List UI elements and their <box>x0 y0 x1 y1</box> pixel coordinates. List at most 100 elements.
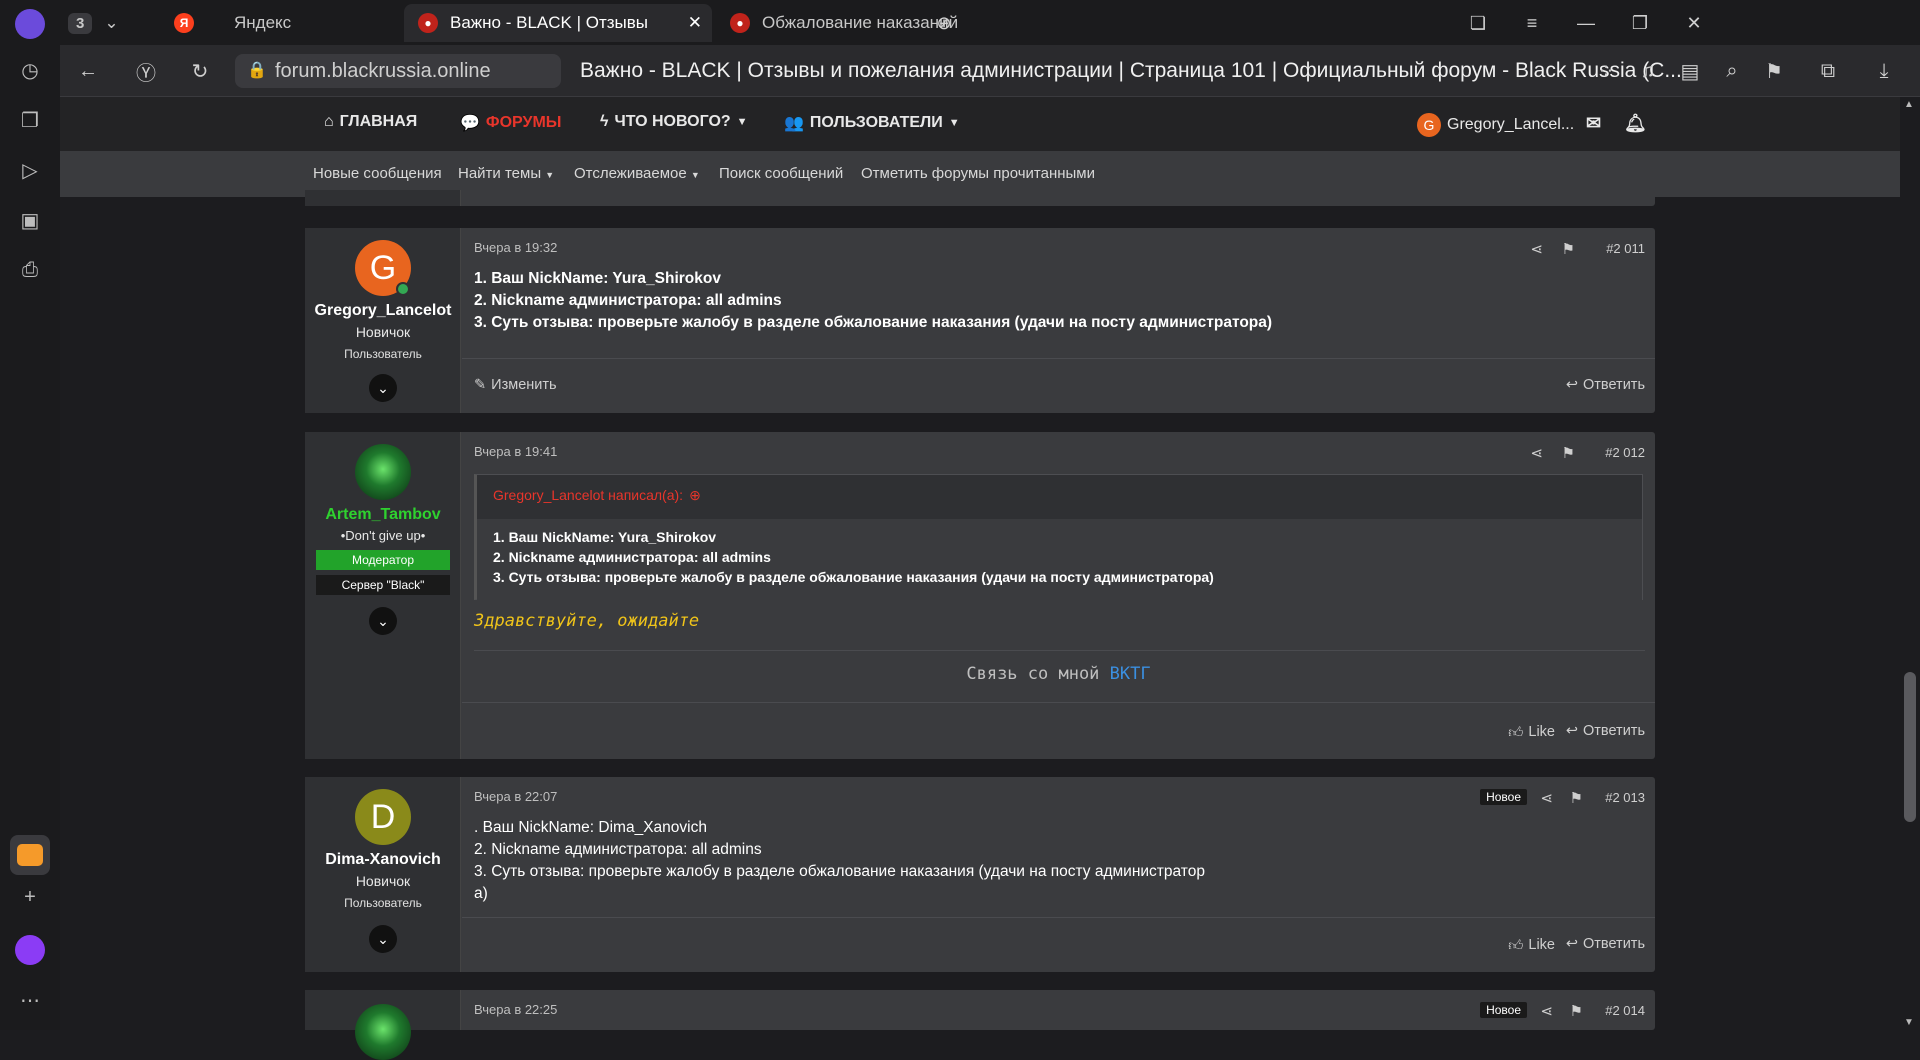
quote-author[interactable]: Gregory_Lancelot написал(а): ⊕ <box>493 487 701 504</box>
avatar[interactable] <box>355 444 411 500</box>
signature: Связь со мной ВКТГ <box>462 664 1655 684</box>
post-number[interactable]: #2 013 <box>1605 790 1645 805</box>
nav-whats-new-label: ЧТО НОВОГО? <box>614 113 731 130</box>
reply-button[interactable]: ↩ Ответить <box>1566 377 1645 393</box>
post-date[interactable]: Вчера в 22:07 <box>474 789 557 804</box>
reader-icon[interactable]: ▤ <box>1674 55 1706 87</box>
envelope-icon[interactable]: ✉ <box>1586 113 1601 134</box>
user-title: Новичок <box>355 873 411 889</box>
share-icon[interactable]: ⋖ <box>1530 240 1543 258</box>
blackrussia-favicon-icon: ● <box>730 13 750 33</box>
bookmark-icon[interactable]: ⚑ <box>1562 444 1575 462</box>
profile-icon[interactable] <box>10 4 50 44</box>
post-number[interactable]: #2 014 <box>1605 1003 1645 1018</box>
like-label: Like <box>1528 724 1555 740</box>
quote-content: 1. Ваш NickName: Yura_Shirokov 2. Nickna… <box>477 519 1642 601</box>
restore-icon[interactable]: ❐ <box>1620 8 1660 38</box>
more-icon[interactable]: ⋯ <box>10 980 50 1020</box>
moderator-badge: Модератор <box>316 550 450 570</box>
back-icon[interactable]: ← <box>72 55 104 87</box>
menu-icon[interactable]: ≡ <box>1512 8 1552 38</box>
post-date[interactable]: Вчера в 19:41 <box>474 444 557 459</box>
close-tab-icon[interactable]: ✕ <box>688 13 702 33</box>
bookmark-icon[interactable]: ⚑ <box>1570 789 1583 807</box>
bookmark-icon[interactable]: ⚑ <box>1570 1002 1583 1020</box>
edit-button[interactable]: ✎ Изменить <box>474 377 557 393</box>
new-tab-icon[interactable]: ⊕ <box>924 8 964 38</box>
username[interactable]: Dima-Xanovich <box>305 851 461 869</box>
download-icon[interactable]: ⤓ <box>1868 55 1900 87</box>
screenshot-icon[interactable]: ⎙ <box>10 250 50 290</box>
subnav-mark-read[interactable]: Отметить форумы прочитанными <box>861 165 1095 182</box>
video-icon[interactable]: ▷ <box>10 150 50 190</box>
nav-users[interactable]: 👥 ПОЛЬЗОВАТЕЛИ ▼ <box>784 113 960 133</box>
post-number[interactable]: #2 011 <box>1606 241 1645 256</box>
translate-icon[interactable]: ⌕ <box>1716 55 1748 87</box>
chevron-down-icon[interactable]: ⌄ <box>369 374 397 402</box>
quote-line: 3. Суть отзыва: проверьте жалобу в разде… <box>493 569 1214 585</box>
avatar[interactable]: D <box>355 789 411 845</box>
zen-icon[interactable]: ▣ <box>10 200 50 240</box>
post-date[interactable]: Вчера в 19:32 <box>474 240 557 255</box>
reply-button[interactable]: ↩ Ответить <box>1566 936 1645 952</box>
scrollbar-thumb[interactable] <box>1904 672 1916 822</box>
chevron-down-icon[interactable]: ⌄ <box>369 925 397 953</box>
extensions-icon[interactable]: ⧉ <box>1812 55 1844 87</box>
nav-whats-new[interactable]: ϟ ЧТО НОВОГО? ▼ <box>600 113 748 131</box>
reply-label: Ответить <box>1583 377 1645 393</box>
chevron-down-icon[interactable]: ⌄ <box>369 607 397 635</box>
bookmark-icon[interactable]: ⚑ <box>1758 55 1790 87</box>
signature-vk-link[interactable]: ВК <box>1110 664 1130 684</box>
share-icon[interactable]: ⋖ <box>1530 444 1543 462</box>
apps-icon[interactable]: ⁘ <box>1590 55 1622 87</box>
minimize-icon[interactable]: — <box>1566 8 1606 38</box>
edit-icon: ✎ <box>474 377 487 393</box>
scroll-down-icon[interactable]: ▼ <box>1904 1017 1914 1028</box>
nav-forums[interactable]: 💬 ФОРУМЫ <box>460 113 561 133</box>
user-title: Новичок <box>355 324 411 340</box>
mail-app-icon[interactable] <box>10 835 50 875</box>
bell-icon[interactable]: 🔔︎ <box>1624 113 1647 134</box>
subnav-search-posts[interactable]: Поиск сообщений <box>719 165 843 182</box>
post-line: 1. Ваш NickName: Yura_Shirokov <box>474 270 721 287</box>
post: Вчера в 22:25 Новое ⋖ ⚑ #2 014 <box>305 990 1655 1060</box>
tab-counter[interactable]: 3 ⌄ <box>62 4 136 42</box>
reload-icon[interactable]: ↻ <box>184 55 216 87</box>
share-icon[interactable]: ⋖ <box>1540 789 1553 807</box>
reply-button[interactable]: ↩ Ответить <box>1566 723 1645 739</box>
close-window-icon[interactable]: ✕ <box>1674 8 1714 38</box>
post-line: 2. Nickname администратора: all admins <box>474 841 762 858</box>
nav-home[interactable]: ⌂ ГЛАВНАЯ <box>324 113 417 131</box>
scrollbar[interactable]: ▲ ▼ <box>1900 97 1920 1030</box>
tab-active[interactable]: ● Важно - BLACK | Отзывы ✕ <box>404 4 712 42</box>
url-field[interactable]: 🔒 forum.blackrussia.online <box>235 54 561 88</box>
bookmark-icon[interactable]: ⚑ <box>1562 240 1575 258</box>
subnav-watched[interactable]: Отслеживаемое ▼ <box>574 165 700 182</box>
reply-label: Ответить <box>1583 936 1645 952</box>
share-icon[interactable]: ⋖ <box>1540 1002 1553 1020</box>
page-title: Важно - BLACK | Отзывы и пожелания админ… <box>580 59 1682 82</box>
post-date[interactable]: Вчера в 22:25 <box>474 1002 557 1017</box>
signature-tg-link[interactable]: ТГ <box>1130 664 1150 684</box>
avatar[interactable] <box>355 1004 411 1060</box>
headphones-icon[interactable]: ♫ <box>1632 55 1664 87</box>
like-button[interactable]: 👍︎ Like <box>1508 723 1555 741</box>
edit-label: Изменить <box>491 377 557 393</box>
post-number[interactable]: #2 012 <box>1605 445 1645 460</box>
scroll-up-icon[interactable]: ▲ <box>1904 99 1914 110</box>
collections-icon[interactable]: ❐ <box>10 100 50 140</box>
like-button[interactable]: 👍︎ Like <box>1508 936 1555 954</box>
post-footer: ✎ Изменить ↩ Ответить <box>462 358 1655 413</box>
online-status-icon <box>396 282 410 296</box>
subnav-find-threads[interactable]: Найти темы ▼ <box>458 165 554 182</box>
account-menu[interactable]: G Gregory_Lancel... <box>1417 113 1574 137</box>
username[interactable]: Gregory_Lancelot <box>305 302 461 320</box>
bolt-icon: ϟ <box>600 113 609 130</box>
alice-icon[interactable] <box>10 930 50 970</box>
tabs-manager-icon[interactable]: ❏ <box>1458 8 1498 38</box>
history-icon[interactable]: ◷ <box>10 50 50 90</box>
yandex-icon[interactable]: Ⓨ <box>130 55 162 87</box>
subnav-new-posts[interactable]: Новые сообщения <box>313 165 442 182</box>
add-panel-icon[interactable]: + <box>10 877 50 917</box>
username[interactable]: Artem_Tambov <box>305 506 461 524</box>
